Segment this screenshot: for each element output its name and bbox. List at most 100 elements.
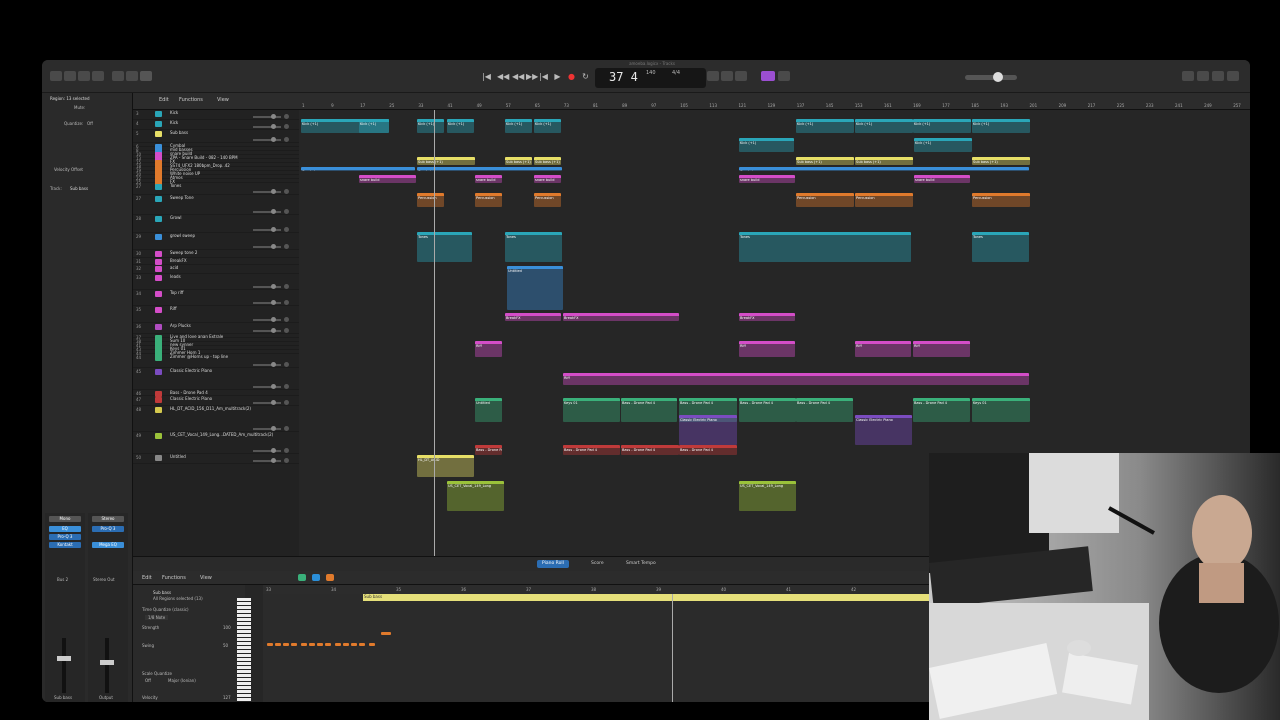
track-name[interactable]: BreakFX <box>170 258 292 263</box>
toolbar-button[interactable] <box>92 71 104 81</box>
track-name[interactable]: Classic Electric Piano <box>170 368 292 373</box>
region[interactable]: Cymbal <box>301 167 415 171</box>
track-pan-knob[interactable] <box>284 300 289 305</box>
track-pan-knob[interactable] <box>284 458 289 463</box>
scale-select[interactable]: Major (Ionian) <box>168 678 196 683</box>
track-row[interactable]: 45 Classic Electric Piano <box>133 368 299 390</box>
master-volume-knob[interactable] <box>993 72 1003 82</box>
midi-in-button[interactable] <box>298 574 306 581</box>
track-pan-knob[interactable] <box>284 227 289 232</box>
region[interactable]: Percussion <box>796 193 854 207</box>
track-volume-knob[interactable] <box>271 458 276 463</box>
midi-note[interactable] <box>275 643 281 646</box>
region[interactable]: Bass - Drone Pad 4 <box>621 398 677 422</box>
volume-fader-left[interactable] <box>57 638 71 693</box>
tab-smart-tempo[interactable]: Smart Tempo <box>621 560 661 568</box>
strip-left-bus[interactable]: Bus 2 <box>57 577 68 582</box>
playhead[interactable] <box>434 110 435 556</box>
track-volume-knob[interactable] <box>271 209 276 214</box>
track-volume-knob[interactable] <box>271 244 276 249</box>
track-row[interactable]: 5 Sub bass <box>133 130 299 143</box>
region[interactable]: Percussion <box>972 193 1030 207</box>
region[interactable]: Percussion <box>855 193 913 207</box>
track-name[interactable]: Growl <box>170 215 292 220</box>
track-volume-knob[interactable] <box>271 448 276 453</box>
track-row[interactable]: 32 acid <box>133 265 299 274</box>
master-volume-slider[interactable] <box>965 72 1017 82</box>
replace-button[interactable] <box>778 71 790 81</box>
region[interactable]: Untitled <box>507 266 563 310</box>
swing-value[interactable]: 50 <box>223 643 228 648</box>
region[interactable]: BreakFX <box>739 313 795 321</box>
midi-note[interactable] <box>309 643 315 646</box>
midi-note[interactable] <box>301 643 307 646</box>
track-pan-knob[interactable] <box>284 244 289 249</box>
track-row[interactable]: 34 Top riff <box>133 290 299 306</box>
track-name[interactable]: Sub bass <box>170 130 292 135</box>
notepad-button[interactable] <box>1197 71 1209 81</box>
region[interactable]: Tones <box>505 232 562 262</box>
go-to-start-icon[interactable]: |◀ <box>539 72 548 81</box>
track-row[interactable]: 27 Sweep Tone <box>133 195 299 215</box>
track-pan-knob[interactable] <box>284 317 289 322</box>
region[interactable]: US_CET_Vocal_149_Long <box>447 481 504 511</box>
track-volume-slider[interactable] <box>253 137 281 142</box>
view-menu[interactable]: View <box>217 97 229 103</box>
library-button[interactable] <box>50 71 62 81</box>
metronome-button[interactable] <box>761 71 775 81</box>
region[interactable]: Untitled <box>475 398 502 422</box>
track-volume-knob[interactable] <box>271 114 276 119</box>
midi-note[interactable] <box>267 643 273 646</box>
piano-region-bar[interactable]: Sub bass <box>363 594 971 601</box>
region[interactable]: Bass - Drone Pad 4 <box>796 398 853 422</box>
region[interactable]: Kick (+1) <box>913 119 971 133</box>
track-volume-slider[interactable] <box>253 362 281 367</box>
track-pan-knob[interactable] <box>284 209 289 214</box>
track-volume-knob[interactable] <box>271 137 276 142</box>
quantize-value[interactable]: Off <box>87 121 93 126</box>
region[interactable]: Sub bass (+1) <box>796 157 854 165</box>
functions-menu[interactable]: Functions <box>179 97 203 103</box>
region[interactable]: Riff <box>739 341 795 357</box>
region[interactable]: Percussion <box>475 193 502 207</box>
quick-help-button[interactable] <box>78 71 90 81</box>
editors-button[interactable] <box>140 71 152 81</box>
strip-right-bus[interactable]: Stereo Out <box>93 577 115 582</box>
region[interactable]: Bass - Drone Pad 4 <box>739 398 796 422</box>
region[interactable]: Kick (+1) <box>447 119 474 133</box>
track-volume-slider[interactable] <box>253 400 281 405</box>
scale-off[interactable]: Off <box>145 678 151 683</box>
track-row[interactable]: 47 Classic Electric Piano <box>133 396 299 406</box>
region[interactable]: Bass - Drone Pad 4 <box>563 445 620 455</box>
midi-note[interactable] <box>325 643 331 646</box>
region[interactable]: Riff <box>475 341 502 357</box>
plugin-slot-4[interactable]: Pro-Q 3 <box>92 526 124 532</box>
track-pan-knob[interactable] <box>284 400 289 405</box>
midi-note[interactable] <box>359 643 365 646</box>
region[interactable]: Tones <box>417 232 472 262</box>
piano-view-menu[interactable]: View <box>200 575 212 581</box>
region[interactable]: Classic Electric Piano <box>679 415 737 445</box>
plugin-slot-1[interactable]: EQ <box>49 526 81 532</box>
tab-score[interactable]: Score <box>586 560 609 568</box>
track-volume-slider[interactable] <box>253 227 281 232</box>
region[interactable]: snare build <box>534 175 561 183</box>
track-name[interactable]: US_CET_Vocal_149_Long...DATED_Am_multitr… <box>170 432 292 437</box>
region[interactable]: Riff <box>913 341 970 357</box>
region[interactable]: snare build <box>914 175 970 183</box>
region-header[interactable]: Region: 13 selected <box>50 96 90 101</box>
region[interactable]: BreakFX <box>505 313 561 321</box>
region[interactable]: snare build <box>475 175 502 183</box>
track-pan-knob[interactable] <box>284 448 289 453</box>
region[interactable]: Kick (+1) <box>796 119 854 133</box>
track-row[interactable]: 44 Zimmer @Horns up - top line <box>133 354 299 368</box>
track-row[interactable]: 4 Kick <box>133 120 299 130</box>
cycle-icon[interactable]: ↻ <box>581 72 590 81</box>
track-row[interactable]: 36 Arp Plucks <box>133 323 299 334</box>
region[interactable]: Percussion <box>417 193 444 207</box>
track-row[interactable]: 3 Kick <box>133 110 299 120</box>
track-name[interactable]: Sweep Tone <box>170 195 292 200</box>
list-editors-button[interactable] <box>1182 71 1194 81</box>
region[interactable]: Riff <box>855 341 911 357</box>
plugin-slot-input[interactable]: Mono <box>49 516 81 522</box>
